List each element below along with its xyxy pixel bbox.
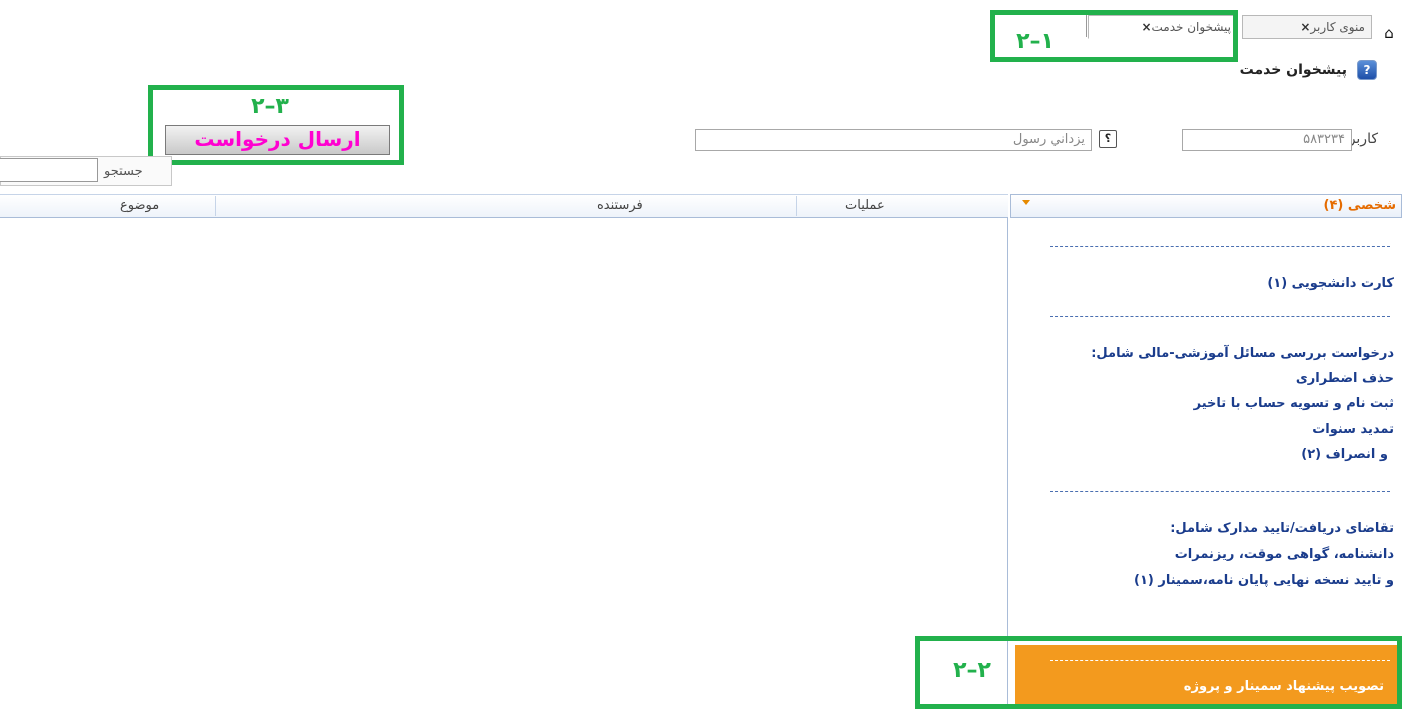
tab-user-menu-label: منوی کاربر [1310, 20, 1365, 34]
user-code-field[interactable]: ۵۸۳۲۳۴ [1182, 129, 1352, 151]
list-item[interactable]: حذف اضطراری [1296, 370, 1394, 388]
tab-user-menu[interactable]: منوی کاربر× [1242, 15, 1372, 39]
divider [1050, 246, 1390, 247]
list-item[interactable]: و انصراف (۲) [1301, 446, 1388, 464]
user-label: کاربر [1348, 131, 1378, 147]
list-item[interactable]: ثبت نام و تسویه حساب با تاخیر [1194, 395, 1394, 413]
search-input[interactable] [0, 158, 98, 182]
annotation-label-2: ۲–۲ [953, 658, 991, 683]
annotation-label-1: ۲–۱ [1016, 29, 1054, 54]
column-divider[interactable] [796, 196, 797, 216]
column-divider[interactable] [215, 196, 216, 216]
column-sender[interactable]: فرستنده [597, 197, 643, 215]
list-item[interactable]: دانشنامه، گواهی موقت، ریزنمرات [1175, 546, 1394, 564]
list-item[interactable]: تمدید سنوات [1312, 421, 1394, 439]
category-panel-title[interactable]: شخصی (۴) [1324, 197, 1396, 215]
close-icon[interactable]: × [1300, 20, 1310, 34]
annotation-label-3: ۲–۳ [251, 94, 289, 119]
list-item[interactable]: درخواست بررسی مسائل آموزشی-مالی شامل: [1091, 345, 1394, 363]
divider [1050, 491, 1390, 492]
chevron-down-icon[interactable] [1022, 200, 1030, 205]
send-request-button[interactable]: ارسال درخواست [165, 125, 390, 155]
divider [1050, 316, 1390, 317]
user-name-field[interactable]: يزداني رسول [695, 129, 1092, 151]
page-title: پیشخوان خدمت [1239, 62, 1347, 78]
lookup-button[interactable]: ؟ [1099, 130, 1117, 148]
list-item[interactable]: و تایید نسخه نهایی پایان نامه،سمینار (۱) [1134, 572, 1394, 590]
column-operations[interactable]: عملیات [845, 197, 885, 215]
column-subject[interactable]: موضوع [120, 197, 159, 215]
search-label: جستجو [104, 164, 143, 179]
list-item[interactable]: کارت دانشجویی (۱) [1267, 275, 1394, 293]
help-icon[interactable]: ? [1357, 60, 1377, 80]
home-icon[interactable]: ⌂ [1381, 25, 1397, 41]
list-item[interactable]: تقاضای دریافت/تایید مدارک شامل: [1170, 520, 1394, 538]
